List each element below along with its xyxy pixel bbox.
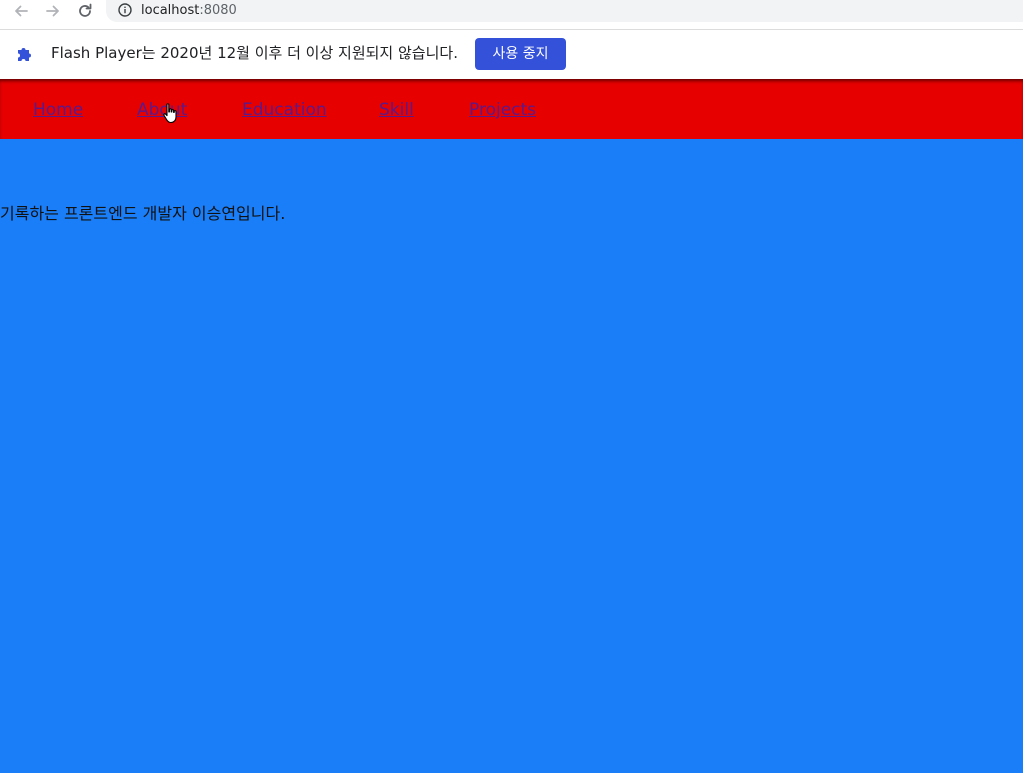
address-bar[interactable]: localhost:8080 (106, 0, 1023, 22)
url-host: localhost (141, 3, 200, 18)
arrow-right-icon (46, 5, 59, 17)
reload-button[interactable] (75, 1, 95, 21)
info-icon[interactable] (118, 3, 132, 17)
hand-pointer-icon (163, 103, 177, 124)
disable-button[interactable]: 사용 중지 (475, 38, 566, 70)
intro-text: 기록하는 프론트엔드 개발자 이승연입니다. (0, 204, 286, 223)
infobar-message: Flash Player는 2020년 12월 이후 더 이상 지원되지 않습니… (51, 44, 458, 62)
arrow-left-icon (15, 5, 28, 17)
site-nav: Home About Education Skill Projects (0, 79, 1023, 139)
forward-button[interactable] (43, 1, 63, 21)
reload-icon (79, 3, 92, 17)
main-content: 기록하는 프론트엔드 개발자 이승연입니다. (0, 139, 1023, 773)
nav-link-home[interactable]: Home (33, 99, 83, 121)
url-port: :8080 (199, 3, 237, 18)
url-text: localhost:8080 (141, 2, 237, 19)
browser-toolbar: localhost:8080 (0, 0, 1023, 30)
puzzle-icon (18, 48, 31, 61)
back-button[interactable] (11, 1, 31, 21)
nav-link-skill[interactable]: Skill (379, 99, 414, 121)
nav-link-education[interactable]: Education (242, 99, 327, 121)
nav-link-projects[interactable]: Projects (469, 99, 536, 121)
flash-infobar: Flash Player는 2020년 12월 이후 더 이상 지원되지 않습니… (0, 30, 1023, 78)
